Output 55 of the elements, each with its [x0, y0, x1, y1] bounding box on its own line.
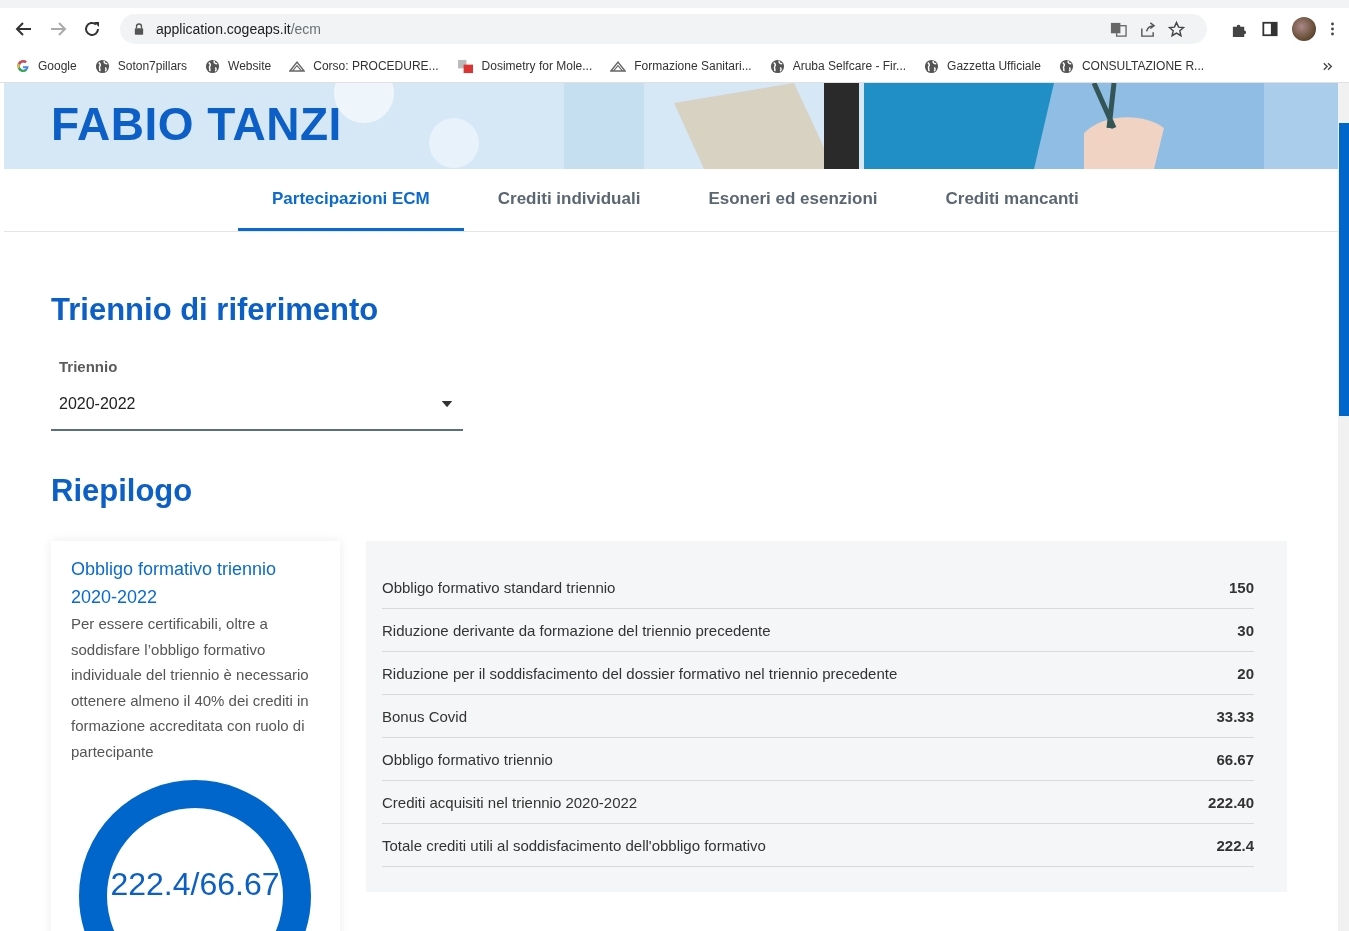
- crest-icon: [610, 59, 627, 73]
- squares-icon: [456, 58, 474, 74]
- share-icon[interactable]: [1139, 20, 1156, 38]
- bookmark[interactable]: Website: [205, 58, 272, 74]
- card-title: Obbligo formativo triennio 2020-2022: [71, 558, 278, 609]
- globe-icon: [769, 58, 785, 74]
- reload-icon[interactable]: [82, 19, 102, 39]
- bookmark[interactable]: CONSULTAZIONE R...: [1058, 58, 1205, 74]
- row-value: 66.67: [1216, 750, 1254, 768]
- row-value: 150: [1228, 578, 1254, 596]
- lock-icon: [134, 23, 144, 35]
- row-value: 20: [1237, 664, 1254, 682]
- row-label: Obbligo formativo triennio: [382, 750, 553, 768]
- section-heading: Riepilogo: [51, 473, 194, 509]
- row-value: 222.40: [1208, 793, 1254, 811]
- row-value: 30: [1237, 621, 1254, 639]
- star-icon[interactable]: [1168, 20, 1185, 38]
- google-icon: [16, 59, 30, 73]
- bookmark[interactable]: Soton7pillars: [94, 58, 188, 74]
- row-label: Bonus Covid: [382, 707, 468, 725]
- row-label: Riduzione per il soddisfacimento del dossier formativo nel triennio precedente: [382, 664, 898, 682]
- triennio-select[interactable]: Triennio 2020-2022: [51, 358, 463, 431]
- row-value: 222.4: [1216, 836, 1254, 854]
- card-description: Per essere certificabili, oltre a soddisfare l’obbligo formativo individuale del triennio è necessario ottenere almeno il 40% dei crediti in formazione accreditata con ruolo di partecipante: [71, 614, 310, 762]
- bookmark[interactable]: Gazzetta Ufficiale: [924, 58, 1041, 74]
- section-heading: Triennio di riferimento: [51, 292, 380, 328]
- row-label: Totale crediti utili al soddisfacimento dell'obbligo formativo: [382, 836, 766, 854]
- globe-icon: [924, 58, 940, 74]
- globe-icon: [1058, 58, 1074, 74]
- scrollbar[interactable]: [1338, 83, 1349, 931]
- translate-icon[interactable]: [1110, 20, 1127, 38]
- globe-icon: [205, 58, 221, 74]
- more-bookmarks-icon[interactable]: [1323, 61, 1333, 71]
- row-value: 33.33: [1216, 707, 1254, 725]
- tab[interactable]: Esoneri ed esenzioni: [674, 169, 912, 231]
- gauge-value: 222.4/66.67: [109, 866, 281, 903]
- row-label: Crediti acquisiti nel triennio 2020-2022: [382, 793, 638, 811]
- tab[interactable]: Crediti individuali: [463, 169, 675, 231]
- bookmark[interactable]: Aruba Selfcare - Fir...: [769, 58, 907, 74]
- row-label: Obbligo formativo standard triennio: [382, 578, 616, 596]
- tab[interactable]: Partecipazioni ECM: [238, 169, 464, 231]
- bookmark[interactable]: Dosimetry for Mole...: [456, 58, 593, 74]
- profile-avatar[interactable]: [1292, 17, 1316, 41]
- crest-icon: [289, 59, 306, 73]
- menu-icon[interactable]: [1330, 21, 1335, 37]
- address-bar[interactable]: application.cogeaps.it/ecm: [120, 14, 1207, 44]
- globe-icon: [94, 58, 110, 74]
- bookmark[interactable]: Google: [16, 59, 77, 73]
- side-panel-icon[interactable]: [1262, 21, 1278, 37]
- person-name: FABIO TANZI: [51, 97, 342, 151]
- dropdown-caret-icon: [441, 400, 453, 408]
- bookmark[interactable]: Formazione Sanitari...: [610, 59, 752, 73]
- tab[interactable]: Crediti mancanti: [911, 169, 1113, 231]
- row-label: Riduzione derivante da formazione del triennio precedente: [382, 621, 771, 639]
- bookmark[interactable]: Corso: PROCEDURE...: [289, 59, 439, 73]
